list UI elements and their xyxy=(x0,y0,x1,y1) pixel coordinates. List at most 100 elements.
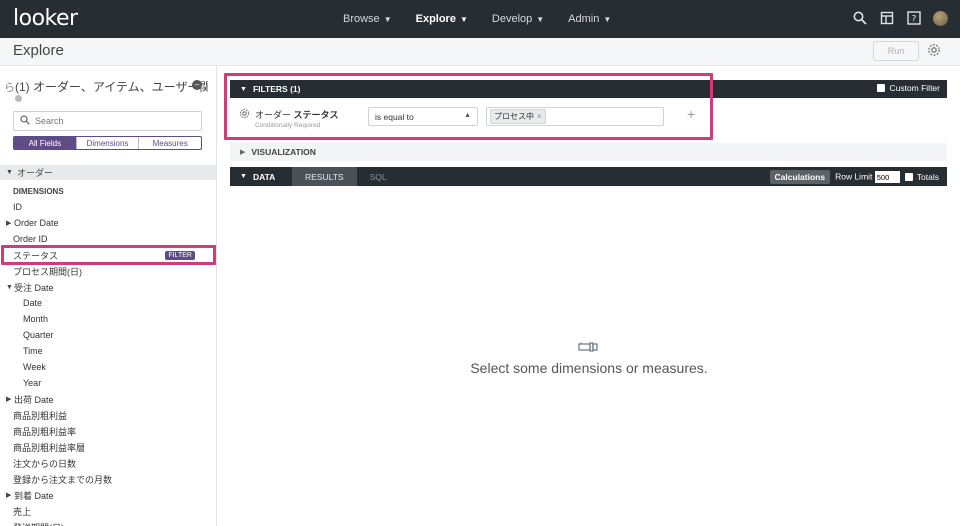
dimension-group-item[interactable]: ▶ Order Date xyxy=(0,215,216,231)
timeframe-item[interactable]: Time xyxy=(0,343,216,359)
avatar[interactable] xyxy=(933,10,948,26)
caret-down-icon: ▼ xyxy=(240,173,247,180)
chevron-down-icon: ▼ xyxy=(459,14,468,24)
chevron-down-icon: ▼ xyxy=(383,14,392,24)
field-label: 注文からの日数 xyxy=(13,458,77,469)
timeframe-item[interactable]: Month xyxy=(0,311,216,327)
field-label: 受注 Date xyxy=(14,282,54,293)
field-item-status[interactable]: ステータス FILTER xyxy=(0,247,216,263)
empty-state-icon xyxy=(578,339,598,352)
field-item[interactable]: 商品別粗利益 xyxy=(0,407,216,423)
view-header-order[interactable]: ▼ オーダー xyxy=(0,165,216,180)
looker-logo[interactable]: looker xyxy=(13,6,78,31)
field-item[interactable]: Order ID xyxy=(0,231,216,247)
caret-right-icon: ▶ xyxy=(240,149,246,156)
nav-develop[interactable]: Develop ▼ xyxy=(492,13,544,25)
filter-operator-select[interactable]: is equal to ▲ xyxy=(368,107,478,126)
field-item[interactable]: 登録から注文までの月数 xyxy=(0,471,216,487)
tab-results[interactable]: RESULTS xyxy=(292,167,357,186)
row-limit-input[interactable] xyxy=(874,171,900,183)
field-item[interactable]: 売上 xyxy=(0,503,216,519)
custom-filter-checkbox[interactable] xyxy=(877,84,886,92)
field-search-box xyxy=(13,111,202,131)
field-label: 登録から注文までの月数 xyxy=(13,474,113,485)
caret-right-icon: ▶ xyxy=(6,492,12,499)
filter-badge[interactable]: FILTER xyxy=(165,250,195,260)
timeframe-item[interactable]: Date xyxy=(0,295,216,311)
field-list: DIMENSIONS ID ▶ Order Date Order ID ステータス FILT… xyxy=(0,183,216,526)
caret-right-icon: ▶ xyxy=(6,396,12,403)
field-search-input[interactable] xyxy=(35,116,195,126)
filter-value-input[interactable]: プロセス中 × xyxy=(486,107,664,126)
field-label: 商品別粗利益 xyxy=(13,410,68,421)
totals-checkbox[interactable] xyxy=(904,173,913,181)
gear-icon[interactable] xyxy=(927,43,941,57)
calculations-button[interactable]: Calculations xyxy=(769,170,831,184)
svg-text:?: ? xyxy=(912,15,917,25)
data-section-toggle[interactable]: ▼ DATA xyxy=(230,172,292,182)
field-label: Quarter xyxy=(23,330,54,340)
filter-note: Conditionally Required xyxy=(255,122,321,129)
field-label: ID xyxy=(13,202,22,212)
field-label: Week xyxy=(23,362,46,372)
search-icon[interactable] xyxy=(852,10,868,26)
data-controls: Calculations Row Limit Totals xyxy=(769,170,939,184)
timeframe-item[interactable]: Quarter xyxy=(0,327,216,343)
top-nav: looker Browse ▼ Explore ▼ Develop ▼ Admin ▼ … xyxy=(0,0,960,38)
field-item[interactable]: 商品別粗利益率 xyxy=(0,423,216,439)
marketplace-icon[interactable] xyxy=(879,10,895,26)
caret-right-icon: ▶ xyxy=(6,220,12,227)
page-title: Explore xyxy=(13,42,64,59)
caret-down-icon: ▼ xyxy=(240,85,247,93)
dimension-group-item[interactable]: ▶ 出荷 Date xyxy=(0,391,216,407)
timeframe-item[interactable]: Week xyxy=(0,359,216,375)
field-item[interactable]: ID xyxy=(0,199,216,215)
field-label: Time xyxy=(23,346,43,356)
custom-filter-toggle[interactable]: Custom Filter xyxy=(877,83,940,93)
field-label: Year xyxy=(23,378,42,388)
timeframe-item[interactable]: Year xyxy=(0,375,216,391)
caret-down-icon: ▼ xyxy=(6,169,13,176)
field-label: DIMENSIONS xyxy=(13,186,64,196)
nav-browse[interactable]: Browse ▼ xyxy=(343,13,392,25)
field-label: Order Date xyxy=(14,218,59,228)
run-button[interactable]: Run xyxy=(873,41,919,61)
collapse-sidebar-icon[interactable]: – xyxy=(192,80,202,90)
filters-section-header[interactable]: ▼ FILTERS (1) Custom Filter xyxy=(230,80,947,98)
field-item[interactable]: 商品別粗利益率層 xyxy=(0,439,216,455)
visualization-section-header[interactable]: ▶ VISUALIZATION xyxy=(230,143,947,161)
tab-sql[interactable]: SQL xyxy=(357,167,400,186)
chevron-down-icon: ▼ xyxy=(536,14,545,24)
remove-tag-icon[interactable]: × xyxy=(537,112,542,121)
dimensions-group-title: DIMENSIONS xyxy=(0,183,216,199)
dimension-group-item[interactable]: ▼ 受注 Date xyxy=(0,279,216,295)
tab-dimensions[interactable]: Dimensions xyxy=(77,137,140,149)
field-label: 出荷 Date xyxy=(14,394,54,405)
filter-value-tag: プロセス中 × xyxy=(490,109,546,124)
chevron-down-icon: ▼ xyxy=(603,14,612,24)
filter-field-name: オーダー ステータス xyxy=(255,110,339,120)
totals-toggle[interactable]: Totals xyxy=(904,172,939,182)
nav-explore[interactable]: Explore ▼ xyxy=(416,13,468,25)
field-label: 発送期間(日) xyxy=(13,521,64,526)
field-label: 到着 Date xyxy=(14,490,54,501)
field-item[interactable]: プロセス期間(日) xyxy=(0,263,216,279)
nav-admin[interactable]: Admin ▼ xyxy=(568,13,611,25)
add-filter-icon[interactable]: + xyxy=(687,106,695,122)
field-label: プロセス期間(日) xyxy=(13,266,82,277)
field-picker-sidebar: ら(1) オーダー、アイテム、ユーザー関連 – All Fields Dimen… xyxy=(0,66,217,526)
info-icon[interactable] xyxy=(15,95,22,102)
caret-down-icon: ▼ xyxy=(6,283,13,291)
field-label: 商品別粗利益率層 xyxy=(13,442,86,453)
tab-measures[interactable]: Measures xyxy=(139,137,201,149)
field-item[interactable]: 注文からの日数 xyxy=(0,455,216,471)
gear-icon[interactable] xyxy=(239,108,250,122)
nav-menu: Browse ▼ Explore ▼ Develop ▼ Admin ▼ xyxy=(343,0,635,38)
field-item[interactable]: 発送期間(日) xyxy=(0,519,216,526)
field-label: Order ID xyxy=(13,234,48,244)
dimension-group-item[interactable]: ▶ 到着 Date xyxy=(0,487,216,503)
field-label: 売上 xyxy=(13,506,32,517)
tab-all-fields[interactable]: All Fields xyxy=(14,137,77,149)
help-icon[interactable]: ? xyxy=(906,10,922,26)
field-type-toggle: All Fields Dimensions Measures xyxy=(13,136,202,150)
